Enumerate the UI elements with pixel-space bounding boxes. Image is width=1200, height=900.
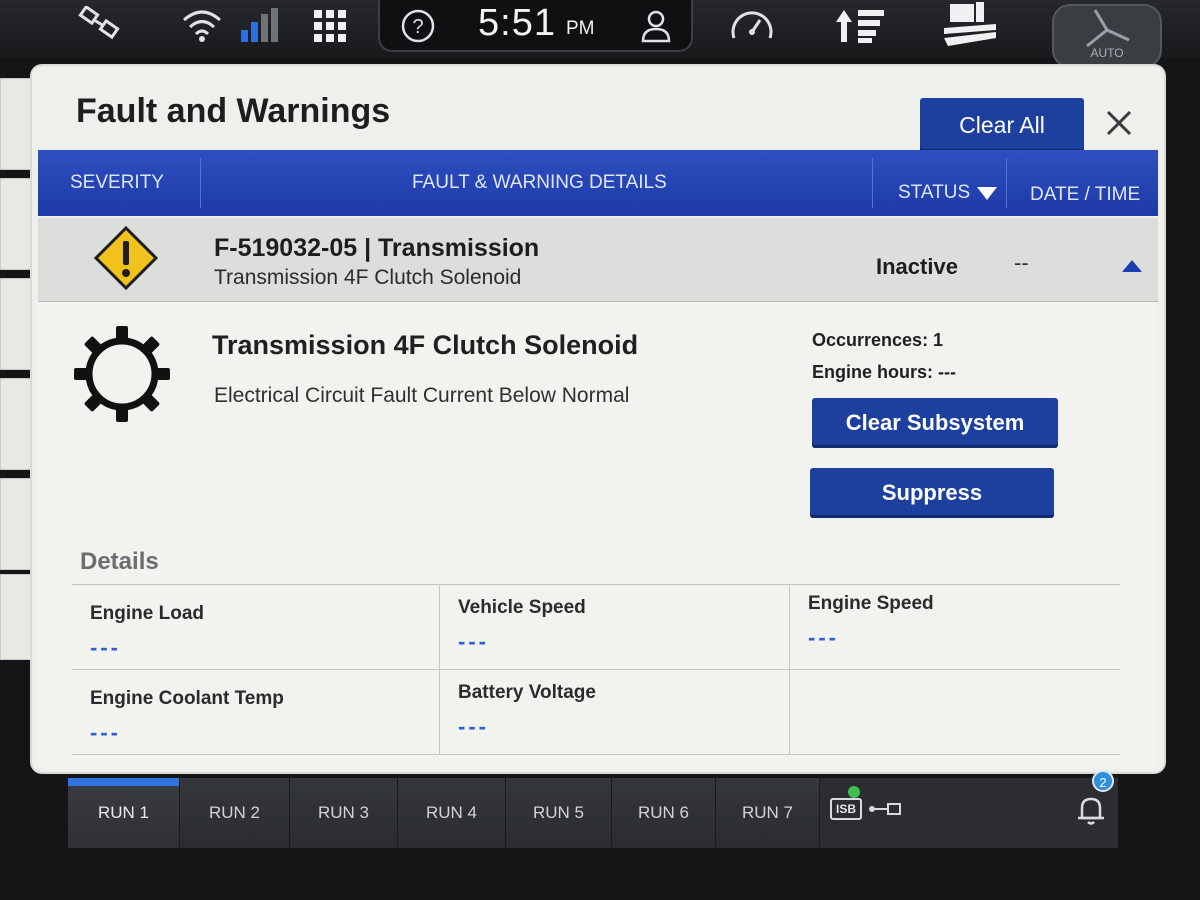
cell-label: Vehicle Speed bbox=[458, 597, 586, 618]
wifi-icon[interactable] bbox=[172, 6, 232, 46]
header-divider bbox=[1006, 158, 1007, 208]
dialog-title: Fault and Warnings bbox=[76, 92, 391, 130]
engine-hours: Engine hours: --- bbox=[812, 362, 956, 382]
run-tab-bar: RUN 1 RUN 2 RUN 3 RUN 4 RUN 5 RUN 6 RUN … bbox=[68, 778, 1118, 848]
sort-icon[interactable] bbox=[832, 6, 892, 46]
details-column-header[interactable]: FAULT & WARNING DETAILS bbox=[412, 150, 667, 216]
tab-run-1[interactable]: RUN 1 bbox=[68, 778, 180, 848]
satellite-icon[interactable] bbox=[72, 6, 132, 46]
cell-value: --- bbox=[458, 629, 489, 654]
signal-icon[interactable] bbox=[232, 6, 292, 46]
clear-all-button[interactable]: Clear All bbox=[920, 98, 1084, 152]
auto-steer-button[interactable]: AUTO bbox=[1052, 4, 1162, 68]
tab-run-5[interactable]: RUN 5 bbox=[506, 778, 612, 848]
sort-down-icon bbox=[977, 187, 998, 200]
detail-cell-engine-speed: Engine Speed --- bbox=[790, 585, 1120, 670]
auto-label: AUTO bbox=[1090, 46, 1124, 60]
tab-run-4[interactable]: RUN 4 bbox=[398, 778, 506, 848]
tab-run-6[interactable]: RUN 6 bbox=[612, 778, 716, 848]
warning-diamond-icon bbox=[93, 225, 159, 295]
detail-cell-coolant-temp: Engine Coolant Temp --- bbox=[72, 670, 440, 755]
isb-icon[interactable]: ISB bbox=[830, 798, 862, 820]
status-icons: ISB bbox=[820, 778, 1120, 848]
table-header: SEVERITY FAULT & WARNING DETAILS STATUS … bbox=[38, 150, 1158, 216]
fault-row[interactable]: F-519032-05 | Transmission Transmission … bbox=[38, 218, 1158, 302]
clock-time: 5:51 bbox=[478, 2, 556, 44]
suppress-button[interactable]: Suppress bbox=[810, 468, 1054, 518]
top-status-bar: ? 5:51 PM AUTO bbox=[0, 0, 1200, 68]
cell-label: Engine Load bbox=[90, 603, 204, 624]
apps-grid-icon[interactable] bbox=[300, 6, 360, 46]
fault-status: Inactive bbox=[876, 254, 958, 279]
cell-label: Engine Speed bbox=[808, 593, 934, 614]
fault-detail-panel: Transmission 4F Clutch Solenoid Electric… bbox=[38, 302, 1158, 768]
tab-run-2[interactable]: RUN 2 bbox=[180, 778, 290, 848]
fault-date: -- bbox=[1014, 250, 1029, 275]
notification-badge: 2 bbox=[1092, 770, 1114, 792]
cell-value: --- bbox=[808, 625, 839, 650]
clear-subsystem-button[interactable]: Clear Subsystem bbox=[812, 398, 1058, 448]
occurrences: Occurrences: 1 bbox=[812, 330, 944, 350]
cell-value: --- bbox=[90, 635, 121, 660]
status-column-header[interactable]: STATUS bbox=[898, 160, 998, 226]
svg-text:?: ? bbox=[412, 16, 423, 38]
close-icon[interactable] bbox=[1100, 104, 1138, 142]
collapse-caret-icon[interactable] bbox=[1120, 258, 1144, 279]
field-icon[interactable] bbox=[940, 2, 1000, 46]
fault-subtitle: Transmission 4F Clutch Solenoid bbox=[214, 266, 522, 289]
detail-cell-engine-load: Engine Load --- bbox=[72, 585, 440, 670]
severity-column-header[interactable]: SEVERITY bbox=[70, 150, 164, 216]
detail-cell-battery-voltage: Battery Voltage --- bbox=[440, 670, 790, 755]
gauge-icon[interactable] bbox=[722, 6, 782, 46]
fault-warnings-dialog: Fault and Warnings Clear All SEVERITY FA… bbox=[32, 66, 1164, 772]
help-icon[interactable]: ? bbox=[388, 6, 448, 46]
status-header-label: STATUS bbox=[898, 182, 971, 203]
header-divider bbox=[200, 158, 201, 208]
cell-value: --- bbox=[458, 714, 489, 739]
cell-label: Battery Voltage bbox=[458, 682, 596, 703]
detail-cell-vehicle-speed: Vehicle Speed --- bbox=[440, 585, 790, 670]
detail-cell-empty bbox=[790, 670, 1120, 755]
cell-label: Engine Coolant Temp bbox=[90, 688, 284, 709]
fault-code: F-519032-05 | Transmission bbox=[214, 234, 540, 262]
tab-run-3[interactable]: RUN 3 bbox=[290, 778, 398, 848]
usb-icon[interactable] bbox=[868, 800, 902, 823]
clock-ampm: PM bbox=[566, 18, 595, 39]
user-icon[interactable] bbox=[626, 6, 686, 46]
cell-value: --- bbox=[90, 720, 121, 745]
detail-title: Transmission 4F Clutch Solenoid bbox=[212, 330, 639, 360]
header-divider bbox=[872, 158, 873, 208]
details-section-label: Details bbox=[80, 548, 159, 575]
details-grid: Engine Load --- Vehicle Speed --- Engine… bbox=[72, 584, 1120, 755]
detail-description: Electrical Circuit Fault Current Below N… bbox=[214, 384, 630, 407]
notification-bell-icon[interactable] bbox=[1076, 794, 1106, 831]
tab-run-7[interactable]: RUN 7 bbox=[716, 778, 820, 848]
isb-status-dot bbox=[848, 786, 860, 798]
gear-icon bbox=[72, 324, 172, 429]
